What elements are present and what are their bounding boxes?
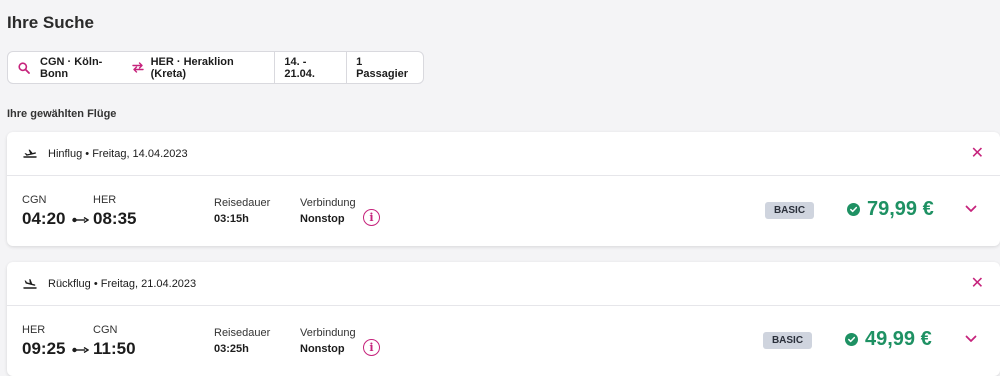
- flight-header-text: Rückflug • Freitag, 21.04.2023: [48, 277, 197, 290]
- fare-badge: BASIC: [765, 202, 814, 219]
- check-circle-icon: [845, 333, 858, 346]
- flight-card-body: CGN 04:20 HER 08:35 Reisedauer 03:15h Ve…: [7, 176, 1000, 246]
- flight-arrow-icon: [72, 217, 89, 223]
- flight-header-text: Hinflug • Freitag, 14.04.2023: [48, 147, 188, 160]
- arrival-time: 08:35: [93, 209, 137, 228]
- check-circle-icon: [847, 203, 860, 216]
- plane-arrival-icon: [23, 278, 37, 290]
- duration-label: Reisedauer: [214, 327, 271, 339]
- connection-value: Nonstop: [300, 213, 345, 225]
- connection-label: Verbindung: [300, 327, 356, 339]
- duration-label: Reisedauer: [214, 197, 271, 209]
- info-icon[interactable]: i: [363, 209, 380, 226]
- chevron-down-icon[interactable]: [965, 335, 977, 343]
- search-origin: CGN · Köln-Bonn: [40, 55, 103, 80]
- price-amount: 49,99 €: [865, 328, 932, 350]
- search-destination: HER · Heraklion (Kreta): [150, 55, 234, 80]
- arrival-code: HER: [93, 194, 117, 206]
- swap-icon: [131, 62, 144, 73]
- departure-code: HER: [22, 324, 46, 336]
- close-icon[interactable]: ✕: [971, 146, 984, 162]
- price-block: 79,99 €: [847, 198, 934, 221]
- flight-card-header: Rückflug • Freitag, 21.04.2023 ✕: [7, 262, 1000, 306]
- duration-value: 03:25h: [214, 343, 249, 355]
- connection-value: Nonstop: [300, 343, 345, 355]
- flight-card-header: Hinflug • Freitag, 14.04.2023 ✕: [7, 132, 1000, 176]
- departure-time: 09:25: [22, 339, 66, 358]
- price-amount: 79,99 €: [867, 198, 934, 220]
- search-summary[interactable]: CGN · Köln-Bonn HER · Heraklion (Kreta) …: [7, 51, 424, 84]
- connection-label: Verbindung: [300, 197, 356, 209]
- search-passengers[interactable]: 1 Passagier: [346, 52, 423, 83]
- page-title: Ihre Suche: [7, 13, 94, 32]
- flight-card-outbound: Hinflug • Freitag, 14.04.2023 ✕ CGN 04:2…: [7, 132, 1000, 246]
- section-label: Ihre gewählten Flüge: [7, 108, 117, 120]
- duration-value: 03:15h: [214, 213, 249, 225]
- arrival-code: CGN: [93, 324, 118, 336]
- departure-time: 04:20: [22, 209, 66, 228]
- close-icon[interactable]: ✕: [971, 276, 984, 292]
- price-block: 49,99 €: [845, 328, 932, 351]
- flight-arrow-icon: [72, 347, 89, 353]
- search-dates[interactable]: 14. - 21.04.: [274, 52, 346, 83]
- flight-card-body: HER 09:25 CGN 11:50 Reisedauer 03:25h Ve…: [7, 306, 1000, 376]
- departure-code: CGN: [22, 194, 47, 206]
- search-icon: [18, 61, 30, 74]
- arrival-time: 11:50: [93, 339, 136, 358]
- plane-departure-icon: [23, 148, 37, 160]
- fare-badge: BASIC: [763, 332, 812, 349]
- info-icon[interactable]: i: [363, 339, 380, 356]
- flight-card-return: Rückflug • Freitag, 21.04.2023 ✕ HER 09:…: [7, 262, 1000, 376]
- chevron-down-icon[interactable]: [965, 205, 977, 213]
- search-route[interactable]: CGN · Köln-Bonn HER · Heraklion (Kreta): [8, 52, 274, 83]
